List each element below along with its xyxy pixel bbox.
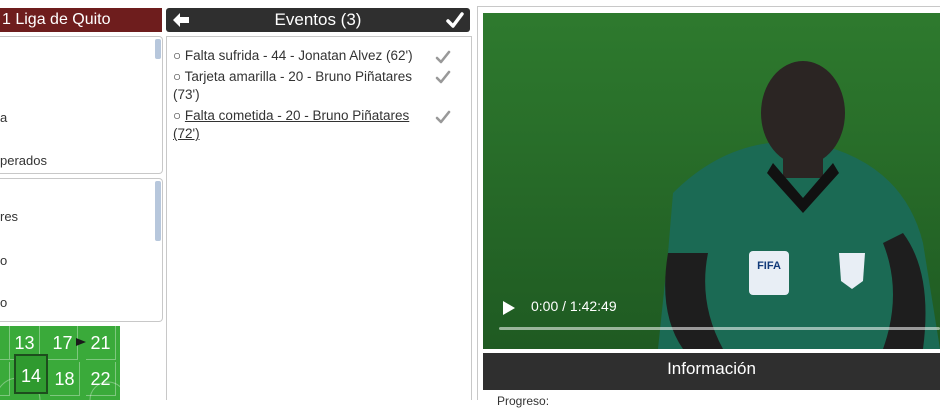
events-header: Eventos (3): [166, 8, 470, 32]
pitch-cell[interactable]: [0, 326, 10, 360]
pitch-cell[interactable]: 21: [86, 326, 116, 360]
info-label: Progreso:: [497, 394, 550, 408]
list-item[interactable]: o: [0, 253, 7, 268]
event-text: Falta cometida - 20 - Bruno Piñatares (7…: [173, 108, 410, 141]
event-text: Falta sufrida - 44 - Jonatan Alvez (62'): [184, 48, 413, 63]
left-panel-bottom[interactable]: res o o: [0, 178, 163, 322]
list-item[interactable]: a: [0, 110, 7, 125]
play-icon[interactable]: [503, 301, 515, 315]
team-header: 1 Liga de Quito: [0, 8, 162, 32]
event-text: Tarjeta amarilla - 20 - Bruno Piñatares …: [173, 69, 413, 102]
left-panel-top[interactable]: a perados: [0, 36, 163, 174]
pitch-grid: 13 17 21 0 14 18 22: [0, 326, 120, 400]
video-player[interactable]: FIFA 0:00 / 1:42:49: [483, 13, 940, 349]
list-item[interactable]: perados: [0, 153, 47, 168]
scrollbar-thumb[interactable]: [155, 181, 161, 241]
pitch-cell[interactable]: 22: [86, 362, 116, 396]
video-progress-bar[interactable]: [499, 327, 940, 330]
check-icon[interactable]: [435, 109, 451, 125]
event-item[interactable]: ○ Falta sufrida - 44 - Jonatan Alvez (62…: [173, 47, 425, 65]
events-list: ○ Falta sufrida - 44 - Jonatan Alvez (62…: [166, 36, 472, 400]
radio-icon[interactable]: ○: [173, 48, 181, 63]
pitch-cell[interactable]: 17: [48, 326, 78, 360]
check-icon[interactable]: [435, 69, 451, 85]
arrow-icon: [76, 338, 86, 346]
pitch-cell[interactable]: 0: [0, 362, 10, 396]
check-icon[interactable]: [435, 49, 451, 65]
pitch-cell[interactable]: 18: [50, 362, 80, 396]
list-item[interactable]: o: [0, 295, 7, 310]
pitch-cell-selected[interactable]: 14: [14, 354, 48, 394]
svg-text:FIFA: FIFA: [757, 260, 781, 272]
radio-icon[interactable]: ○: [173, 69, 181, 84]
event-item[interactable]: ○ Tarjeta amarilla - 20 - Bruno Piñatare…: [173, 68, 425, 104]
events-title: Eventos (3): [274, 10, 362, 29]
check-icon[interactable]: [446, 11, 464, 29]
scrollbar-thumb[interactable]: [155, 39, 161, 59]
video-time: 0:00 / 1:42:49: [531, 298, 617, 314]
event-item[interactable]: ○ Falta cometida - 20 - Bruno Piñatares …: [173, 107, 425, 143]
radio-icon[interactable]: ○: [173, 108, 181, 123]
info-header: Información: [483, 353, 940, 390]
list-item[interactable]: res: [0, 209, 18, 224]
